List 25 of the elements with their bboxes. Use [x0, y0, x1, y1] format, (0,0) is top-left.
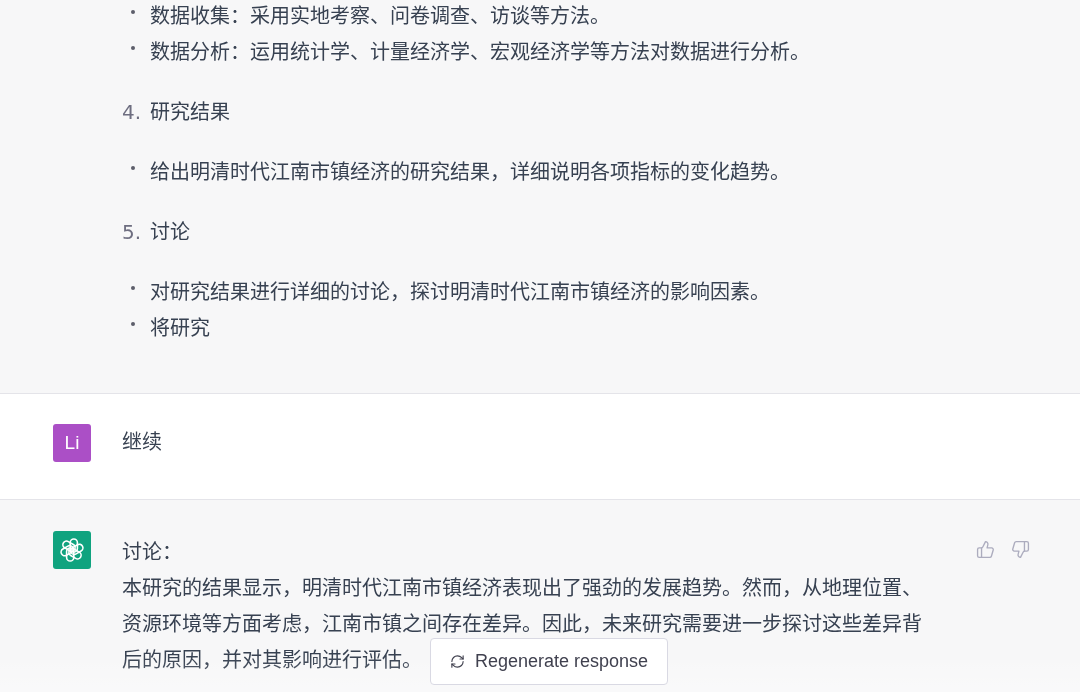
bullet-icon	[131, 46, 135, 50]
bullet-icon	[131, 10, 135, 14]
regenerate-response-button[interactable]: Regenerate response	[430, 638, 668, 685]
list-number: 4.	[122, 99, 143, 126]
bullet-icon	[131, 322, 135, 326]
list-item-text: 将研究	[150, 315, 210, 342]
thumbs-up-icon[interactable]	[976, 540, 995, 559]
refresh-icon	[449, 654, 465, 669]
message-text: 本研究的结果显示，明清时代江南市镇经济表现出了强劲的发展趋势。然而，从地理位置、	[122, 575, 922, 602]
knot-logo-icon	[53, 531, 91, 569]
message-text: 讨论：	[122, 539, 182, 566]
list-heading: 研究结果	[150, 99, 230, 126]
list-item-text: 数据收集：采用实地考察、问卷调查、访谈等方法。	[150, 3, 610, 30]
list-number: 5.	[122, 219, 143, 246]
user-avatar: Li	[53, 424, 91, 462]
message-text: 资源环境等方面考虑，江南市镇之间存在差异。因此，未来研究需要进一步探讨这些差异背	[122, 611, 922, 638]
list-item-text: 给出明清时代江南市镇经济的研究结果，详细说明各项指标的变化趋势。	[150, 159, 790, 186]
list-heading: 讨论	[150, 219, 190, 246]
list-item-text: 数据分析：运用统计学、计量经济学、宏观经济学等方法对数据进行分析。	[150, 39, 810, 66]
message-text: 继续	[122, 429, 162, 456]
bullet-icon	[131, 166, 135, 170]
message-text: 后的原因，并对其影响进行评估。	[122, 647, 422, 674]
list-item-text: 对研究结果进行详细的讨论，探讨明清时代江南市镇经济的影响因素。	[150, 279, 770, 306]
thumbs-down-icon[interactable]	[1011, 540, 1030, 559]
bullet-icon	[131, 286, 135, 290]
